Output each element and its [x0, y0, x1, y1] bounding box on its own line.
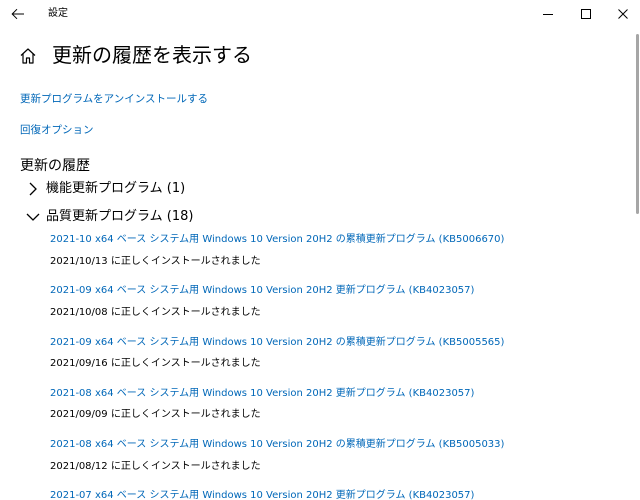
back-arrow-icon [11, 8, 24, 20]
update-title-link[interactable]: 2021-09 x64 ベース システム用 Windows 10 Version… [50, 284, 474, 298]
settings-window: 設定 更新の履歴を表示する 更新プログラムをアンインストールする 回復オプション… [0, 0, 640, 500]
update-status: 2021/10/13 に正しくインストールされました [50, 256, 261, 267]
minimize-button[interactable] [528, 0, 568, 28]
update-title-link[interactable]: 2021-08 x64 ベース システム用 Windows 10 Version… [50, 438, 504, 452]
close-button[interactable] [603, 0, 640, 28]
uninstall-updates-link[interactable]: 更新プログラムをアンインストールする [20, 92, 208, 106]
page-title: 更新の履歴を表示する [52, 43, 252, 67]
update-status: 2021/08/12 に正しくインストールされました [50, 461, 261, 472]
quality-updates-label: 品質更新プログラム (18) [46, 209, 194, 224]
chevron-right-icon [24, 180, 42, 198]
update-history-heading: 更新の履歴 [20, 158, 90, 174]
maximize-button[interactable] [566, 0, 606, 28]
chevron-down-icon [24, 208, 42, 226]
update-status: 2021/09/16 に正しくインストールされました [50, 358, 261, 369]
update-status: 2021/10/08 に正しくインストールされました [50, 307, 261, 318]
feature-updates-label: 機能更新プログラム (1) [46, 181, 186, 196]
update-title-link[interactable]: 2021-07 x64 ベース システム用 Windows 10 Version… [50, 489, 474, 500]
home-icon[interactable] [18, 46, 38, 66]
update-title-link[interactable]: 2021-09 x64 ベース システム用 Windows 10 Version… [50, 336, 504, 350]
window-title: 設定 [48, 8, 68, 19]
quality-updates-group[interactable]: 品質更新プログラム (18) [24, 207, 193, 227]
recovery-options-link[interactable]: 回復オプション [20, 123, 94, 137]
scrollbar-thumb[interactable] [636, 34, 639, 214]
maximize-icon [581, 9, 591, 19]
feature-updates-group[interactable]: 機能更新プログラム (1) [24, 179, 185, 199]
update-status: 2021/09/09 に正しくインストールされました [50, 409, 261, 420]
close-icon [618, 9, 628, 19]
back-button[interactable] [0, 0, 36, 28]
update-title-link[interactable]: 2021-08 x64 ベース システム用 Windows 10 Version… [50, 387, 474, 401]
title-bar: 設定 [0, 0, 640, 28]
minimize-icon [543, 14, 553, 15]
update-title-link[interactable]: 2021-10 x64 ベース システム用 Windows 10 Version… [50, 233, 504, 247]
